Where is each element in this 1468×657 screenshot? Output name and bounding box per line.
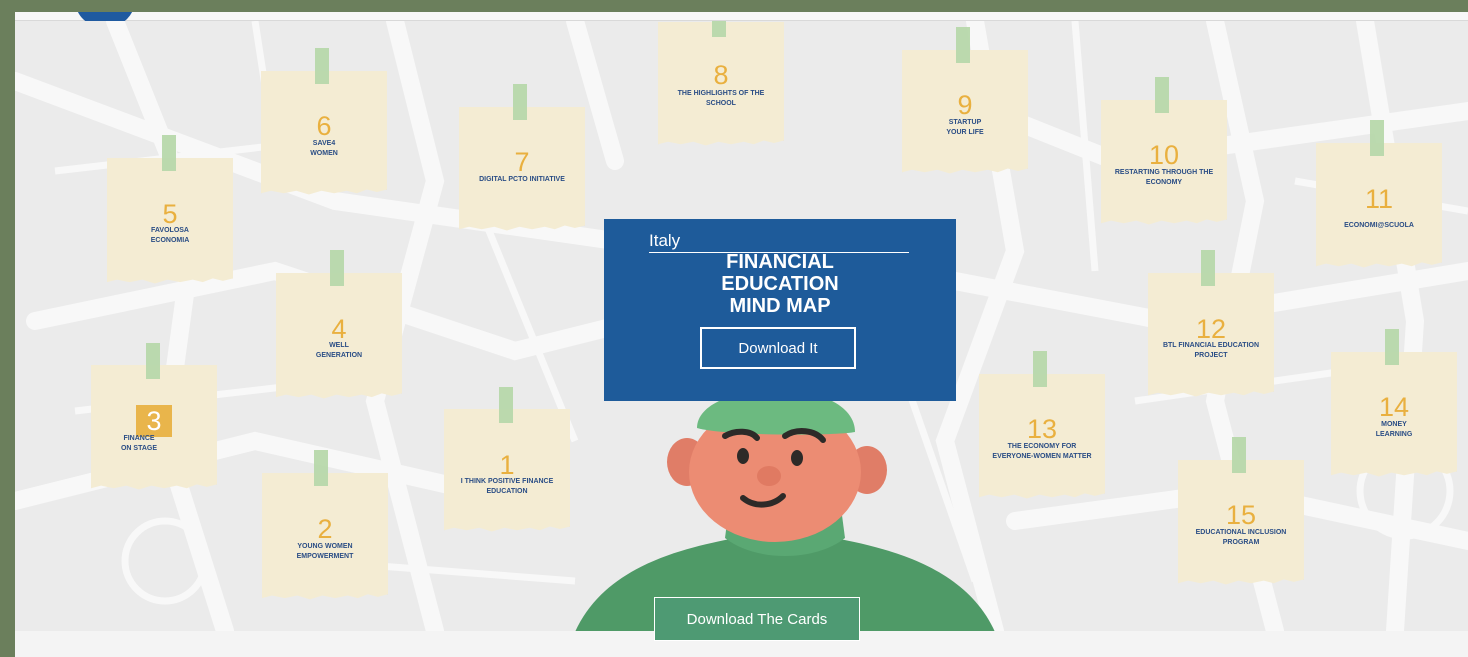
tape-strip (712, 21, 726, 37)
tape-strip (162, 135, 176, 171)
note-number: 12 (1195, 314, 1227, 344)
note-number: 15 (1225, 500, 1257, 530)
tape-strip (314, 450, 328, 486)
note-11[interactable]: 11 ECONOMI@SCUOLA (1316, 143, 1442, 268)
note-5[interactable]: 5 FAVOLOSA ECONOMIA (107, 158, 233, 284)
note-7[interactable]: 7 DIGITAL PCTO INITIATIVE (459, 107, 585, 231)
note-label: EDUCATIONAL INCLUSION PROGRAM (1195, 529, 1287, 546)
note-label: MONEY LEARNING (1375, 421, 1413, 438)
mind-map-panel: Italy FINANCIAL EDUCATION MIND MAP Downl… (604, 219, 956, 401)
note-label: RESTARTING THROUGH THE ECONOMY (1114, 169, 1214, 186)
download-it-button[interactable]: Download It (700, 327, 856, 369)
note-number: 1 (499, 450, 515, 480)
tape-strip (1385, 329, 1399, 365)
title-line-3: MIND MAP (729, 295, 831, 317)
note-9[interactable]: 9 STARTUP YOUR LIFE (902, 50, 1028, 174)
country-label: Italy (649, 231, 681, 250)
tape-strip (1155, 77, 1169, 113)
note-3[interactable]: 3 FINANCE ON STAGE (91, 365, 217, 490)
page-frame: 1 I THINK POSITIVE FINANCE EDUCATION 2 Y… (15, 12, 1468, 657)
note-number: 8 (713, 60, 729, 90)
note-number: 3 (136, 405, 172, 437)
note-label: THE HIGHLIGHTS OF THE SCHOOL (677, 90, 765, 107)
note-number: 5 (162, 199, 178, 229)
note-number: 13 (1026, 414, 1058, 444)
note-label: STARTUP YOUR LIFE (946, 119, 984, 136)
title-line-1: FINANCIAL (726, 251, 834, 273)
tape-strip (499, 387, 513, 423)
tape-strip (330, 250, 344, 286)
note-label: DIGITAL PCTO INITIATIVE (479, 176, 565, 183)
note-label: WELL GENERATION (315, 342, 363, 359)
note-12[interactable]: 12 BTL FINANCIAL EDUCATION PROJECT (1148, 273, 1274, 397)
note-number: 10 (1148, 140, 1180, 170)
note-number: 11 (1364, 184, 1394, 214)
note-label: SAVE4 WOMEN (310, 140, 338, 157)
tape-strip (513, 84, 527, 120)
panel-title: FINANCIAL EDUCATION MIND MAP (604, 251, 956, 317)
note-label: I THINK POSITIVE FINANCE EDUCATION (460, 478, 554, 495)
note-label: YOUNG WOMEN EMPOWERMENT (296, 543, 354, 560)
note-number: 7 (514, 147, 530, 177)
note-6[interactable]: 6 SAVE4 WOMEN (261, 71, 387, 195)
note-13[interactable]: 13 THE ECONOMY FOR EVERYONE-WOMEN MATTER (979, 374, 1105, 499)
tape-strip (956, 27, 970, 63)
note-label: THE ECONOMY FOR EVERYONE-WOMEN MATTER (992, 443, 1092, 460)
note-number: 9 (957, 90, 973, 120)
tape-strip (1232, 437, 1246, 473)
note-label: ECONOMI@SCUOLA (1344, 222, 1414, 229)
note-number: 4 (331, 314, 347, 344)
note-4[interactable]: 4 WELL GENERATION (276, 273, 402, 399)
note-14[interactable]: 14 MONEY LEARNING (1331, 352, 1457, 477)
tape-strip (1201, 250, 1215, 286)
note-1[interactable]: 1 I THINK POSITIVE FINANCE EDUCATION (444, 409, 570, 532)
tape-strip (315, 48, 329, 84)
note-2[interactable]: 2 YOUNG WOMEN EMPOWERMENT (262, 473, 388, 600)
note-10[interactable]: 10 RESTARTING THROUGH THE ECONOMY (1101, 100, 1227, 225)
note-8[interactable]: 8 THE HIGHLIGHTS OF THE SCHOOL (658, 22, 784, 146)
title-line-2: EDUCATION (721, 273, 839, 295)
tape-strip (146, 343, 160, 379)
note-label: FAVOLOSA ECONOMIA (150, 227, 190, 244)
note-number: 2 (317, 514, 333, 544)
note-number: 6 (316, 111, 332, 141)
note-15[interactable]: 15 EDUCATIONAL INCLUSION PROGRAM (1178, 460, 1304, 585)
tape-strip (1033, 351, 1047, 387)
note-number: 14 (1378, 392, 1410, 422)
note-label: BTL FINANCIAL EDUCATION PROJECT (1162, 342, 1260, 359)
download-cards-button[interactable]: Download The Cards (654, 597, 860, 641)
tape-strip (1370, 120, 1384, 156)
top-bar (15, 12, 1468, 21)
